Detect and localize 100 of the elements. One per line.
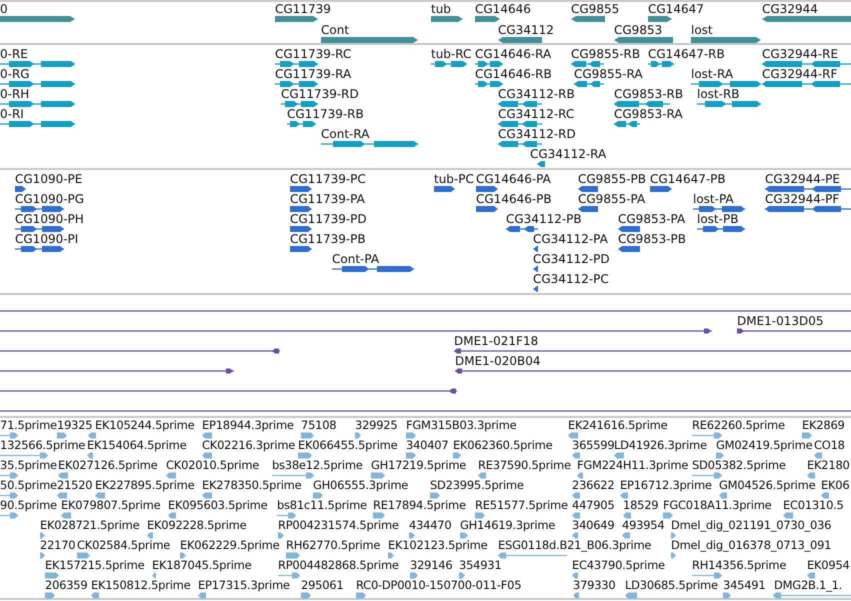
feature-label: EK241616.5prime: [568, 418, 668, 432]
feature-label: EP17315.3prime: [198, 578, 290, 592]
feature-label: CG14646: [475, 2, 531, 16]
feature-label: 18529: [623, 498, 658, 512]
feature-label: GM04526.5prime: [719, 478, 816, 492]
feature-label: lost-RB: [697, 87, 740, 101]
feature-label: CG11739-PD: [290, 212, 367, 226]
feature-label: GH06555.3prime: [313, 478, 408, 492]
feature-label: CG32944: [762, 2, 818, 16]
feature-label: CG32944-RE: [762, 47, 838, 61]
feature-label: EK066455.5prime: [298, 438, 398, 452]
feature-label: 22170: [40, 538, 76, 552]
feature-label: tub: [431, 2, 451, 16]
feature-label: 19325: [57, 418, 92, 432]
feature-label: DME1-013D05: [737, 314, 824, 328]
feature-label: CG11739-PB: [290, 232, 366, 246]
feature-label: DME1-021F18: [454, 334, 538, 348]
feature-label: 0-RG: [0, 67, 30, 81]
feature-label: 21520: [57, 478, 92, 492]
feature-label: FGM315B03.3prime: [406, 418, 516, 432]
feature-label: CG34112-PB: [506, 212, 582, 226]
feature-label: CG11739-RC: [275, 47, 352, 61]
feature-label: EK0954: [807, 558, 850, 572]
feature-label: EK027126.5prime: [58, 458, 158, 472]
feature-label: EK154064.5prime: [87, 438, 186, 452]
feature-label: CG9855-RB: [571, 47, 640, 61]
feature-label: CG14646-PA: [476, 172, 551, 186]
feature-label: CG9855: [571, 2, 620, 16]
feature-label: EK062229.5prime: [180, 538, 280, 552]
feature-label: bs38e12.5prime: [272, 458, 363, 472]
feature-label: CG11739: [275, 2, 331, 16]
feature-label: 329146: [410, 558, 452, 572]
feature-label: Cont-PA: [332, 252, 380, 266]
feature-label: EK092228.5prime: [147, 518, 246, 532]
feature-label: CG11739-PA: [290, 192, 365, 206]
feature-label: RH14356.5prime: [692, 558, 786, 572]
feature-label: CK02216.3prime: [202, 438, 296, 452]
feature-label: EK095603.5prime: [168, 498, 268, 512]
feature-label: 50.5prime: [0, 478, 57, 492]
feature-label: CG14646-PB: [476, 192, 552, 206]
feature-label: CG34112: [498, 23, 554, 37]
feature-label: CG9853: [614, 23, 662, 37]
feature-label: 447905: [572, 498, 614, 512]
feature-label: CG14647: [648, 2, 704, 16]
feature-label: CO18: [814, 438, 845, 452]
feature-label: Cont-RA: [321, 127, 370, 141]
feature-label: RP004231574.5prime: [278, 518, 399, 532]
feature-label: CG9855-PA: [578, 192, 646, 206]
feature-label: CG9853-PB: [618, 232, 686, 246]
feature-label: 434470: [409, 518, 452, 532]
feature-label: CG11739-RD: [281, 87, 359, 101]
feature-label: EK06: [821, 478, 850, 492]
feature-label: 132566.5prime: [0, 438, 86, 452]
feature-label: CG1090-PG: [15, 192, 84, 206]
feature-label: 295061: [301, 578, 344, 592]
feature-label: CG9855-PB: [578, 172, 646, 186]
feature-label: 0-RH: [0, 87, 30, 101]
feature-label: EP16712.3prime: [620, 478, 712, 492]
feature-label: RE51577.5prime: [475, 498, 568, 512]
feature-label: EK079807.5prime: [61, 498, 160, 512]
feature-label: EK2180: [807, 458, 850, 472]
feature-label: EK157215.5prime: [45, 558, 144, 572]
feature-label: CG9853-RB: [614, 87, 684, 101]
feature-label: EK028721.5prime: [40, 518, 140, 532]
feature-label: CG34112-RD: [498, 127, 576, 141]
feature-label: CG1090-PH: [15, 212, 84, 226]
feature-label: CG14646-RB: [475, 67, 552, 81]
feature-label: 236622: [572, 478, 614, 492]
feature-label: EK062360.5prime: [453, 438, 552, 452]
feature-label: CG32944-PE: [765, 172, 840, 186]
feature-label: CG14647-RB: [648, 47, 725, 61]
feature-label: 340407: [406, 438, 448, 452]
feature-label: 493954: [622, 518, 664, 532]
feature-label: FGC018A11.3prime: [663, 498, 772, 512]
feature-label: 379330: [573, 578, 616, 592]
feature-label: Dmel_dig_016378_0713_091: [671, 538, 832, 552]
feature-label: SD23995.5prime: [430, 478, 524, 492]
feature-label: 0: [0, 2, 8, 16]
feature-label: CG9853-PA: [618, 212, 686, 226]
feature-label: LD30685.5prime: [625, 578, 718, 592]
feature-label: EP18944.3prime: [202, 418, 294, 432]
feature-label: CG9855-RA: [574, 67, 643, 81]
feature-label: CG14647-PB: [650, 172, 726, 186]
feature-label: 329925: [355, 418, 398, 432]
feature-label: FGM224H11.3prime: [577, 458, 688, 472]
feature-label: Dmel_dig_021191_0730_036: [671, 518, 832, 532]
feature-label: tub-PC: [434, 172, 474, 186]
feature-label: 0-RI: [0, 107, 24, 121]
feature-label: LD41926.3prime: [614, 438, 707, 452]
feature-label: CG34112-RB: [498, 87, 575, 101]
feature-label: 35.5prime: [0, 458, 57, 472]
feature-label: tub-RC: [431, 47, 472, 61]
feature-label: lost-PB: [697, 212, 738, 226]
feature-label: GH14619.3prime: [460, 518, 556, 532]
feature-label: DME1-020B04: [455, 354, 541, 368]
feature-label: CG1090-PE: [15, 172, 82, 186]
feature-label: CG34112-PC: [533, 272, 609, 286]
feature-label: CG32944-RF: [762, 67, 838, 81]
feature-label: RH62770.5prime: [286, 538, 380, 552]
feature-label: CG34112-PA: [533, 232, 608, 246]
